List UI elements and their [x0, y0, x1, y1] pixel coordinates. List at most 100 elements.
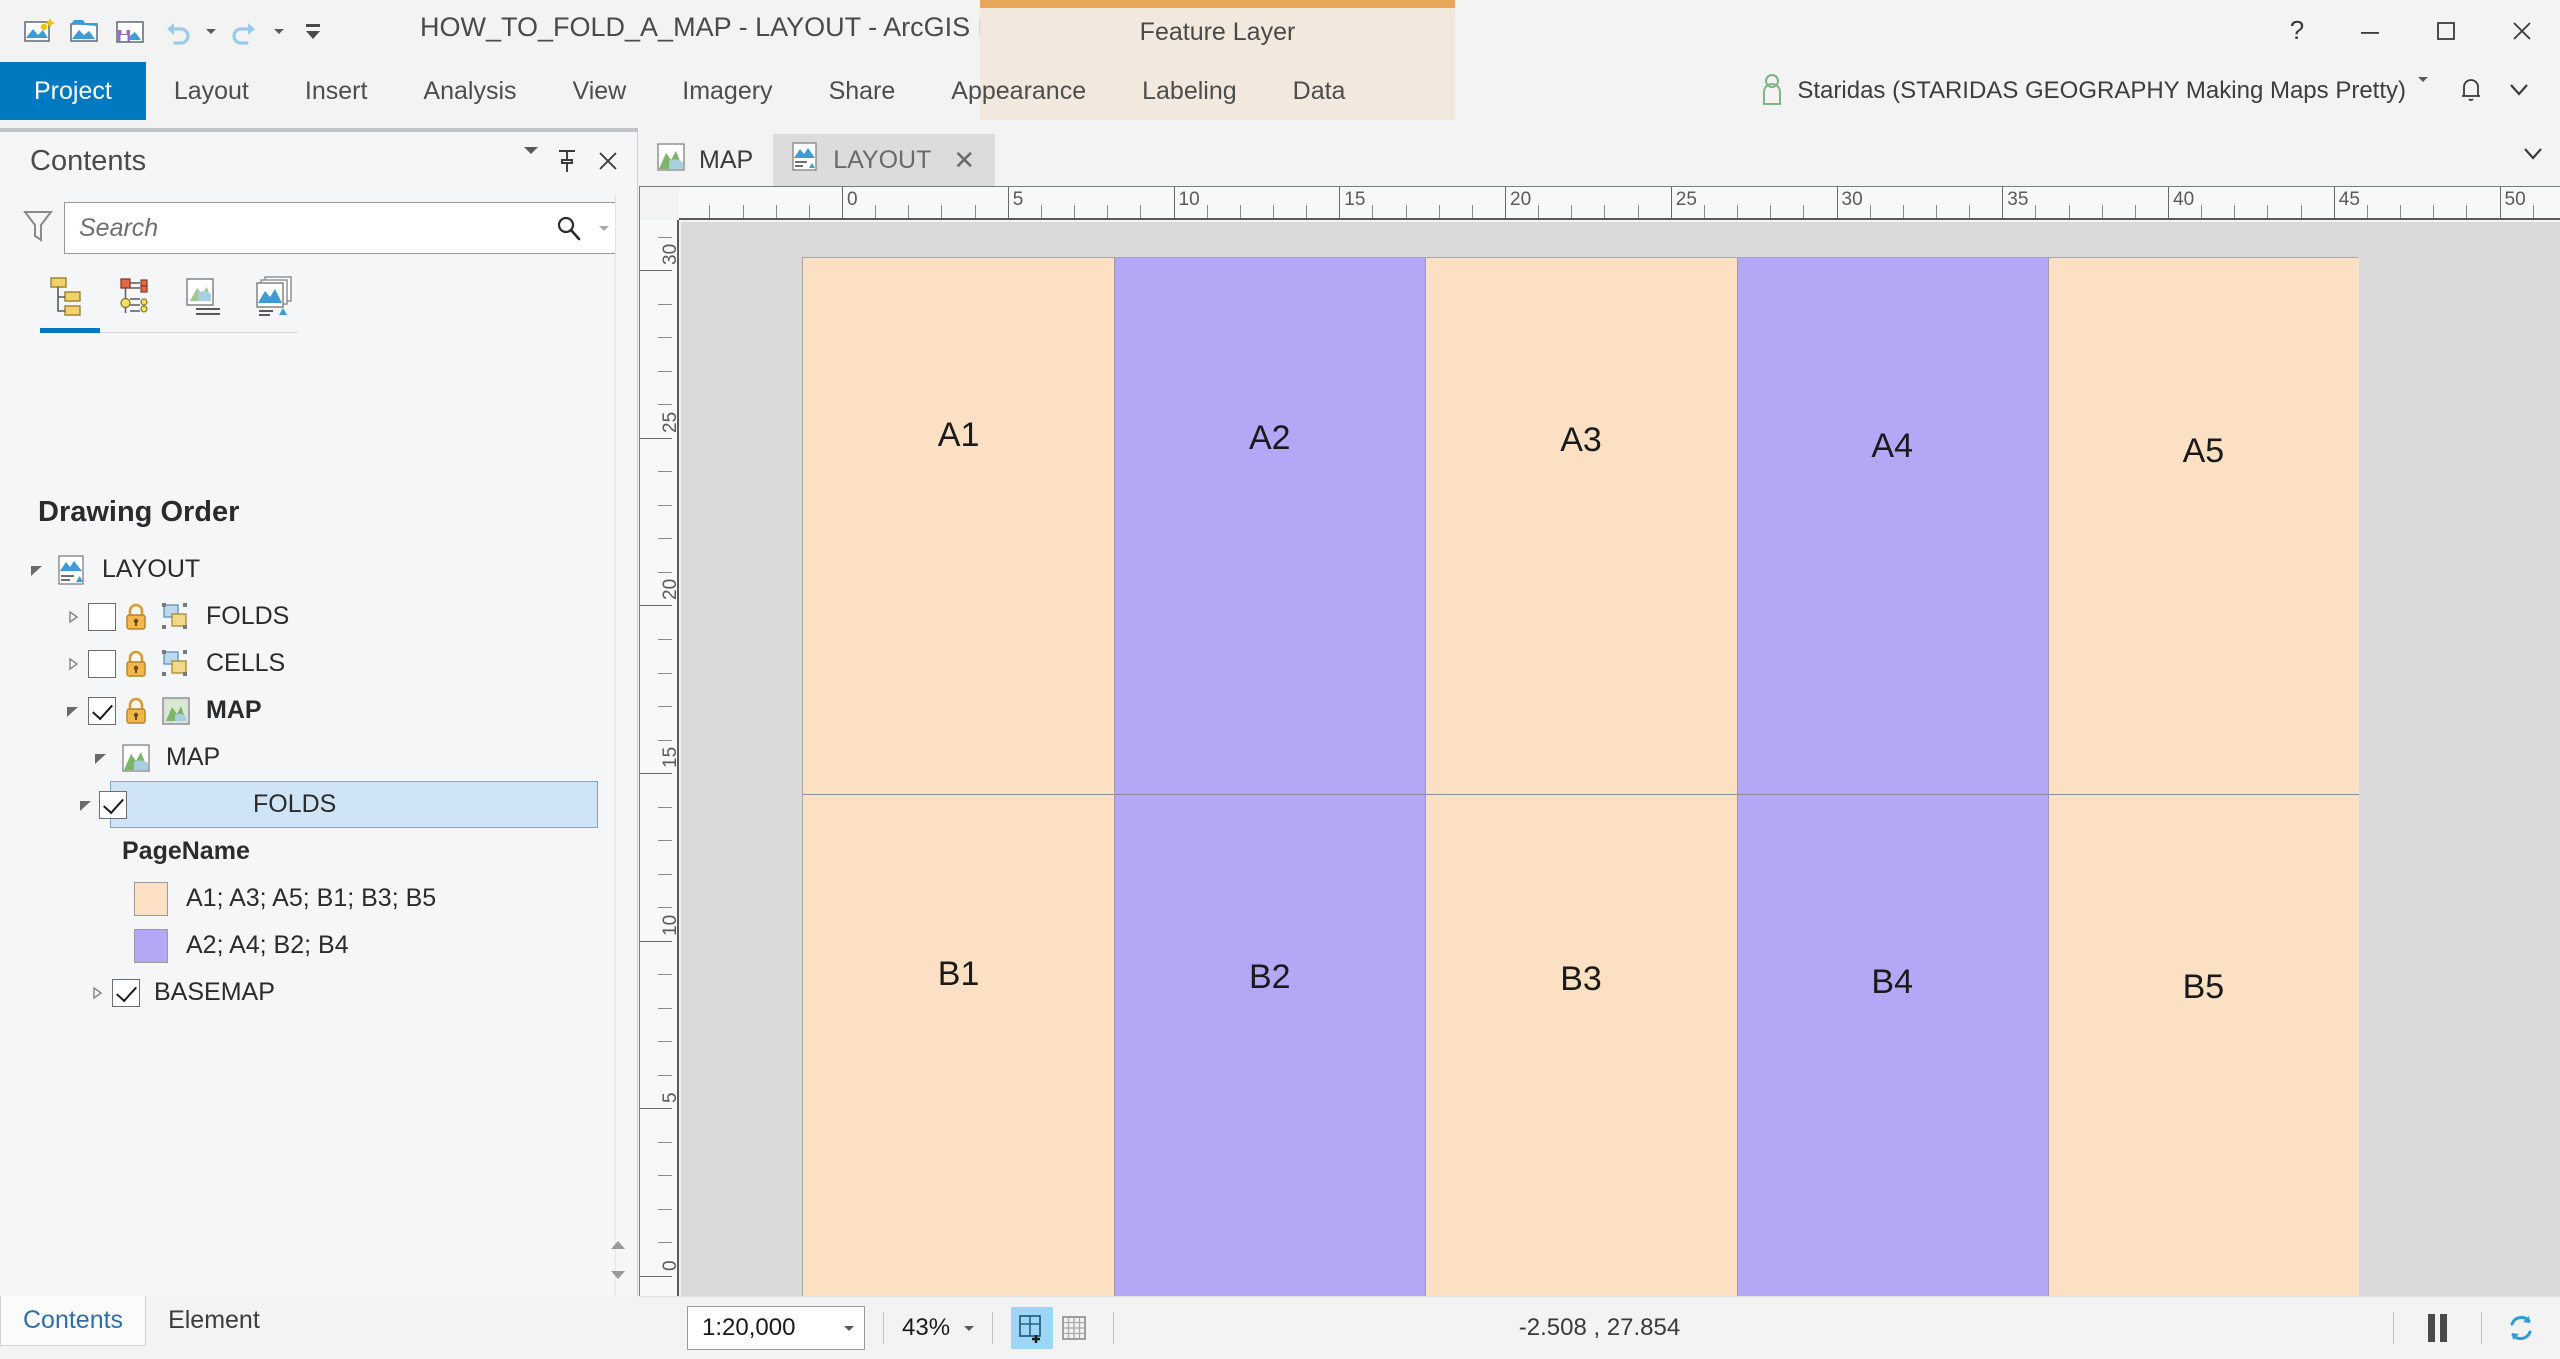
redo-dropdown-arrow[interactable]: [268, 8, 290, 54]
layout-cell[interactable]: B1: [803, 794, 1114, 1296]
list-by-drawing-order-icon[interactable]: [40, 271, 92, 323]
search-options-caret-icon[interactable]: [591, 226, 617, 231]
layout-canvas[interactable]: A1A2A3 A4 A5 B1B2B3B4B5: [681, 222, 2560, 1296]
horizontal-ruler[interactable]: 05101520253035404550: [679, 186, 2560, 220]
list-by-snapping-icon[interactable]: [250, 271, 302, 323]
ruler-minor-tick: [658, 572, 672, 573]
close-icon[interactable]: [2484, 0, 2560, 62]
account-name[interactable]: Staridas (STARIDAS GEOGRAPHY Making Maps…: [1797, 77, 2406, 105]
tree-item-layout[interactable]: LAYOUT: [0, 546, 638, 593]
visibility-checkbox[interactable]: [88, 603, 116, 631]
contents-pane-header: Contents: [0, 132, 638, 194]
open-project-icon[interactable]: [62, 8, 108, 54]
view-tabs-overflow-icon[interactable]: [2520, 140, 2546, 171]
visibility-checkbox[interactable]: [88, 650, 116, 678]
layout-cell[interactable]: B4: [1737, 794, 2048, 1296]
expander-down-icon[interactable]: [22, 562, 52, 578]
expander-down-icon[interactable]: [58, 703, 88, 719]
tab-element[interactable]: Element: [146, 1296, 282, 1346]
visibility-checkbox[interactable]: [88, 697, 116, 725]
help-icon[interactable]: ?: [2262, 0, 2332, 62]
view-tab-label: LAYOUT: [833, 146, 931, 175]
pane-menu-icon[interactable]: [524, 154, 538, 172]
scroll-arrows[interactable]: [607, 1238, 629, 1282]
vertical-ruler[interactable]: 302520151050: [639, 220, 679, 1296]
symbology-class-row[interactable]: A1; A3; A5; B1; B3; B5: [0, 875, 638, 922]
tab-view[interactable]: View: [545, 62, 655, 120]
new-project-icon[interactable]: [16, 8, 62, 54]
chevron-down-icon[interactable]: [2506, 76, 2532, 107]
layout-cell[interactable]: A3: [1425, 258, 1736, 794]
redo-icon[interactable]: [222, 8, 268, 54]
undo-icon[interactable]: [154, 8, 200, 54]
tree-item-basemap[interactable]: BASEMAP: [0, 969, 638, 1016]
visibility-checkbox[interactable]: [112, 979, 140, 1007]
tree-item-map[interactable]: MAP: [0, 734, 638, 781]
list-by-source-icon[interactable]: [110, 271, 162, 323]
customize-qat-icon[interactable]: [290, 8, 336, 54]
tab-labeling[interactable]: Labeling: [1114, 62, 1265, 120]
maximize-icon[interactable]: [2408, 0, 2484, 62]
symbology-class-label: A1; A3; A5; B1; B3; B5: [168, 884, 436, 913]
layout-cell[interactable]: B3: [1425, 794, 1736, 1296]
tab-analysis[interactable]: Analysis: [395, 62, 544, 120]
ruler-minor-tick: [658, 1142, 672, 1143]
symbology-class-row[interactable]: A2; A4; B2; B4: [0, 922, 638, 969]
tab-insert[interactable]: Insert: [277, 62, 396, 120]
tree-item-map-frame[interactable]: MAP: [0, 687, 638, 734]
expander-right-icon[interactable]: [58, 656, 88, 672]
visibility-checkbox[interactable]: [99, 791, 127, 819]
pause-drawing-button[interactable]: [2412, 1314, 2463, 1342]
minimize-icon[interactable]: [2332, 0, 2408, 62]
layout-cell[interactable]: B5: [2048, 794, 2359, 1296]
expander-down-icon[interactable]: [86, 750, 116, 766]
tab-data[interactable]: Data: [1265, 62, 1374, 120]
layout-cell[interactable]: A5: [2048, 258, 2359, 794]
view-tab-map[interactable]: MAP: [639, 134, 773, 186]
zoom-level-combo[interactable]: 43%: [902, 1314, 974, 1342]
layout-cell[interactable]: A1: [803, 258, 1114, 794]
search-icon[interactable]: [547, 214, 591, 242]
search-input[interactable]: Search: [64, 202, 618, 254]
tab-imagery[interactable]: Imagery: [654, 62, 800, 120]
filter-funnel-icon[interactable]: [22, 208, 54, 249]
ruler-minor-tick: [1140, 205, 1141, 219]
expander-right-icon[interactable]: [82, 985, 112, 1001]
tab-share[interactable]: Share: [801, 62, 924, 120]
expander-right-icon[interactable]: [58, 609, 88, 625]
tab-project[interactable]: Project: [0, 62, 146, 120]
list-by-selection-icon[interactable]: [180, 271, 232, 323]
refresh-button[interactable]: [2500, 1307, 2542, 1349]
tab-layout[interactable]: Layout: [146, 62, 277, 120]
show-grid-button[interactable]: [1053, 1307, 1095, 1349]
layout-cell[interactable]: B2: [1114, 794, 1425, 1296]
layout-page[interactable]: A1A2A3 A4 A5 B1B2B3B4B5: [802, 257, 2358, 1296]
ruler-major-tick: [2500, 187, 2501, 219]
undo-dropdown-arrow[interactable]: [200, 8, 222, 54]
view-tab-layout[interactable]: LAYOUT ✕: [773, 134, 995, 186]
chevron-down-icon[interactable]: [964, 1326, 974, 1331]
tree-item-folds-graphics[interactable]: FOLDS: [0, 593, 638, 640]
expander-down-icon[interactable]: [71, 797, 101, 813]
tree-item-cells[interactable]: CELLS: [0, 640, 638, 687]
pin-icon[interactable]: [556, 148, 578, 179]
map-icon: [655, 141, 687, 180]
notifications-bell-icon[interactable]: [2456, 73, 2486, 110]
save-project-icon[interactable]: [108, 8, 154, 54]
contents-scrollbar[interactable]: [615, 194, 637, 1296]
close-pane-icon[interactable]: [596, 149, 620, 178]
chevron-down-icon[interactable]: [844, 1326, 854, 1331]
account-dropdown-icon[interactable]: [2418, 82, 2428, 100]
contents-pane: Contents Search: [0, 128, 638, 1296]
layout-cell[interactable]: A4: [1737, 258, 2048, 794]
tree-item-folds-layer[interactable]: FOLDS: [110, 781, 598, 828]
close-icon[interactable]: ✕: [953, 145, 975, 176]
symbology-swatch[interactable]: [134, 882, 168, 916]
layout-cell[interactable]: A2: [1114, 258, 1425, 794]
tab-appearance[interactable]: Appearance: [923, 62, 1114, 120]
symbology-swatch[interactable]: [134, 929, 168, 963]
tab-contents[interactable]: Contents: [0, 1296, 146, 1346]
add-guide-button[interactable]: [1011, 1307, 1053, 1349]
layout-cell-label: A4: [1871, 427, 1913, 466]
map-scale-combo[interactable]: 1:20,000: [687, 1306, 865, 1350]
